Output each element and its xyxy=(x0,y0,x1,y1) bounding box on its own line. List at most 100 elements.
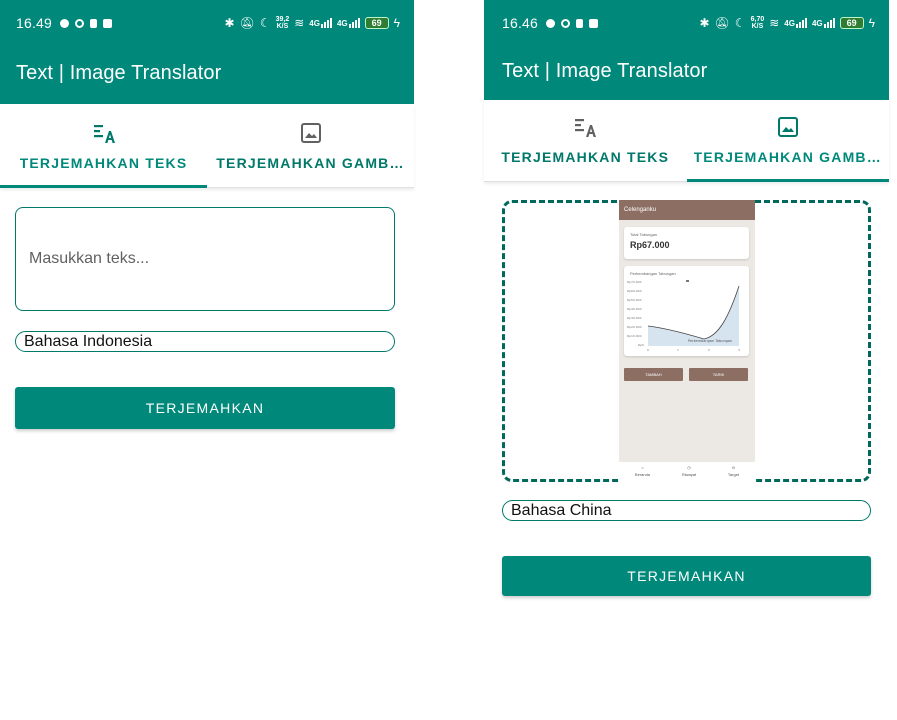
tab-bar: TERJEMAHKAN TEKS TERJEMAHKAN GAMB… xyxy=(484,100,889,182)
signal-sim1: 4G xyxy=(309,18,332,28)
battery-level: 69 xyxy=(364,17,389,29)
translate-text-icon xyxy=(575,119,597,137)
preview-chart-card: Perkembangan Tabungan Rp70.000 Rp60.000 … xyxy=(624,266,749,356)
network-speed-unit: K/S xyxy=(276,23,289,30)
preview-y-tick: Rp40.000 xyxy=(627,307,642,311)
preview-total-value: Rp67.000 xyxy=(630,240,670,250)
image-icon xyxy=(300,123,321,143)
tab-active-indicator xyxy=(686,179,889,182)
preview-y-tick: Rp10.000 xyxy=(627,334,642,338)
text-input-box[interactable] xyxy=(15,207,395,311)
network-speed-value: 6,70 xyxy=(750,16,765,23)
screen-image-translate: 16.46 ✱ 🔕︎ ☾ 6,70 K/S ≋ 4G 4G 69 ϟ Text … xyxy=(484,0,889,720)
circle-notification-icon xyxy=(561,18,571,28)
tab-translate-image[interactable]: TERJEMAHKAN GAMB… xyxy=(686,100,889,182)
network-speed-unit: K/S xyxy=(751,23,764,30)
tab-translate-text-label: TERJEMAHKAN TEKS xyxy=(501,149,670,165)
preview-nav-home: ⌂ Beranda xyxy=(635,465,650,482)
home-icon: ⌂ xyxy=(641,465,644,470)
tab-translate-text[interactable]: TERJEMAHKAN TEKS xyxy=(0,104,207,188)
signal-sim2: 4G xyxy=(337,18,360,28)
signal-sim1: 4G xyxy=(784,18,807,28)
chat-notification-icon xyxy=(546,18,556,28)
status-time: 16.46 xyxy=(502,15,539,31)
preview-app-bar: Celenganku xyxy=(619,200,755,220)
moon-icon: ☾ xyxy=(259,16,271,30)
notification-icons xyxy=(60,18,113,28)
preview-x-tick: 0 xyxy=(647,348,649,352)
preview-area xyxy=(648,286,739,346)
preview-bottom-nav: ⌂ Beranda ◷ Riwayat ⊖ Target xyxy=(619,462,755,482)
signal-sim1-label: 4G xyxy=(784,19,795,28)
status-bar: 16.49 ✱ 🔕︎ ☾ 39,2 K/S ≋ 4G 4G 69 ϟ xyxy=(16,12,400,34)
app-title: Text | Image Translator xyxy=(502,60,708,82)
app-title: Text | Image Translator xyxy=(16,62,222,84)
wifi-icon: ≋ xyxy=(769,16,780,30)
signal-sim2-label: 4G xyxy=(336,19,348,28)
app-bar: 16.49 ✱ 🔕︎ ☾ 39,2 K/S ≋ 4G 4G 69 ϟ Text … xyxy=(0,0,414,104)
preview-legend-marker xyxy=(686,280,689,282)
preview-add-button: TAMBAH xyxy=(624,368,683,381)
language-select[interactable]: Bahasa China xyxy=(502,500,871,521)
preview-nav-history-label: Riwayat xyxy=(681,472,697,477)
translate-text-icon xyxy=(93,125,115,143)
signal-bars-icon xyxy=(823,18,835,28)
tab-translate-image-label: TERJEMAHKAN GAMB… xyxy=(216,155,405,171)
preview-nav-target: ⊖ Target xyxy=(728,465,739,482)
circle-notification-icon xyxy=(75,18,85,28)
mute-icon: 🔕︎ xyxy=(714,16,730,30)
tab-bar: TERJEMAHKAN TEKS TERJEMAHKAN GAMB… xyxy=(0,104,414,188)
preview-y-tick: Rp0 xyxy=(638,343,644,347)
history-icon: ◷ xyxy=(687,465,691,470)
signal-bars-icon xyxy=(795,18,807,28)
tab-translate-text[interactable]: TERJEMAHKAN TEKS xyxy=(484,100,687,181)
status-bar: 16.46 ✱ 🔕︎ ☾ 6,70 K/S ≋ 4G 4G 69 ϟ xyxy=(502,12,875,34)
app-notification-icon xyxy=(103,18,113,28)
translate-button[interactable]: TERJEMAHKAN xyxy=(15,387,395,429)
signal-bars-icon xyxy=(320,18,332,28)
language-select[interactable]: Bahasa Indonesia xyxy=(15,331,395,352)
preview-nav-history: ◷ Riwayat xyxy=(682,465,696,482)
charging-icon: ϟ xyxy=(868,16,875,30)
preview-y-tick: Rp70.000 xyxy=(627,280,642,284)
selected-image-preview: Celenganku Total Tabungan Rp67.000 Perke… xyxy=(619,200,755,482)
app-notification-icon xyxy=(589,18,599,28)
preview-x-tick: 2 xyxy=(708,348,710,352)
translate-button[interactable]: TERJEMAHKAN xyxy=(502,556,871,596)
signal-sim2: 4G xyxy=(812,18,835,28)
bluetooth-icon: ✱ xyxy=(224,16,235,30)
app-bar: 16.46 ✱ 🔕︎ ☾ 6,70 K/S ≋ 4G 4G 69 ϟ Text … xyxy=(484,0,889,100)
chat-notification-icon xyxy=(60,18,70,28)
status-right: ✱ 🔕︎ ☾ 39,2 K/S ≋ 4G 4G 69 ϟ xyxy=(225,16,400,30)
preview-x-tick: 1 xyxy=(677,348,679,352)
bookmark-notification-icon xyxy=(90,18,98,28)
text-input[interactable] xyxy=(16,208,394,310)
signal-sim1-label: 4G xyxy=(309,19,320,28)
bluetooth-icon: ✱ xyxy=(699,16,710,30)
target-icon: ⊖ xyxy=(731,465,736,470)
preview-x-tick: 3 xyxy=(738,348,740,352)
signal-bars-icon xyxy=(348,18,360,28)
notification-icons xyxy=(546,18,599,28)
wifi-icon: ≋ xyxy=(294,16,305,30)
tab-active-indicator xyxy=(0,185,207,188)
bookmark-notification-icon xyxy=(576,18,584,28)
preview-nav-target-label: Target xyxy=(727,472,740,477)
preview-chart-title: Perkembangan Tabungan xyxy=(630,271,676,276)
preview-y-tick: Rp50.000 xyxy=(627,298,642,302)
preview-y-tick: Rp60.000 xyxy=(627,289,642,293)
tab-translate-image[interactable]: TERJEMAHKAN GAMB… xyxy=(207,104,414,187)
charging-icon: ϟ xyxy=(393,16,400,30)
preview-chart: Rp70.000 Rp60.000 Rp50.000 Rp40.000 Rp30… xyxy=(627,280,740,352)
preview-chart-legend: Perkembangan Tabungan xyxy=(688,339,732,343)
preview-withdraw-button: TARIK xyxy=(689,368,748,381)
preview-total-card: Total Tabungan Rp67.000 xyxy=(624,227,749,259)
moon-icon: ☾ xyxy=(734,16,746,30)
language-select-value: Bahasa China xyxy=(511,501,612,519)
mute-icon: 🔕︎ xyxy=(239,16,255,30)
image-icon xyxy=(777,117,798,137)
signal-sim2-label: 4G xyxy=(811,19,823,28)
network-speed: 39,2 K/S xyxy=(276,16,290,30)
status-right: ✱ 🔕︎ ☾ 6,70 K/S ≋ 4G 4G 69 ϟ xyxy=(700,16,875,30)
network-speed-value: 39,2 xyxy=(275,16,290,23)
